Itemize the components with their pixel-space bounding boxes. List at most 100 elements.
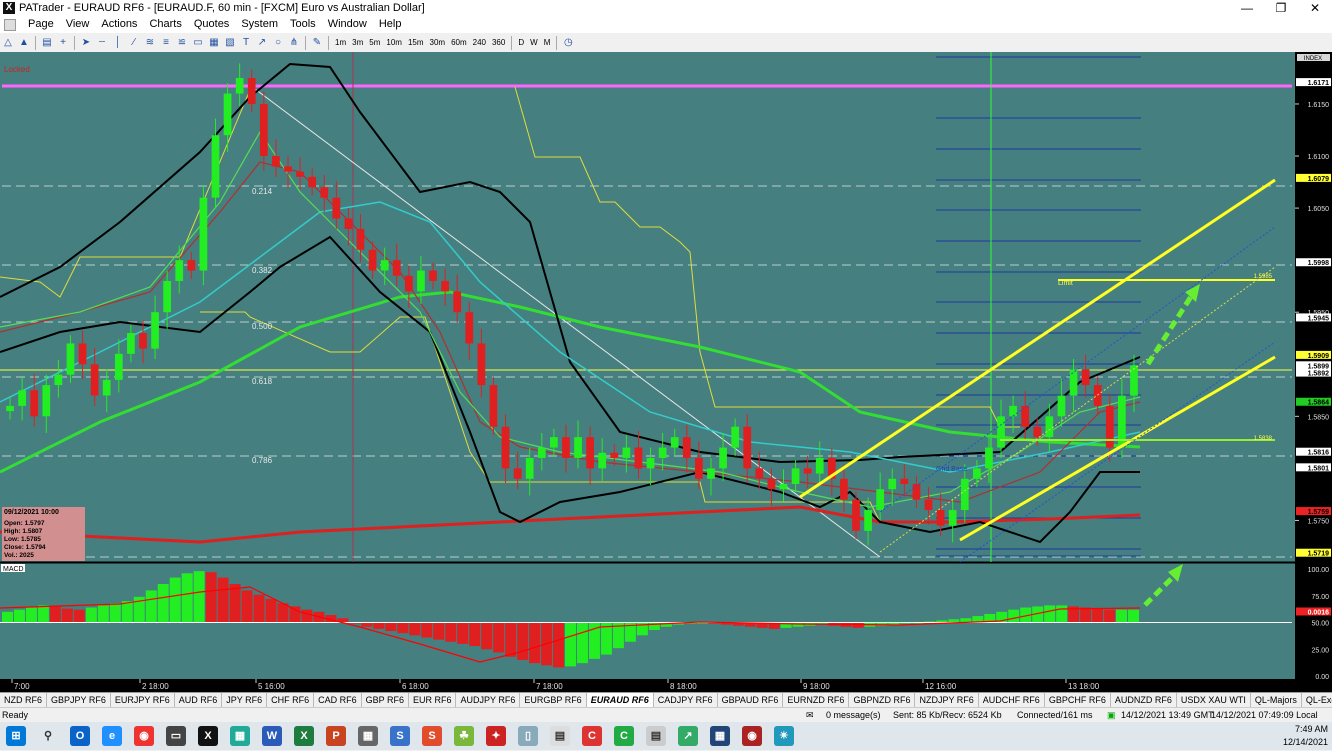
menu-charts[interactable]: Charts: [143, 16, 187, 33]
menu-actions[interactable]: Actions: [95, 16, 143, 33]
menu-help[interactable]: Help: [373, 16, 408, 33]
status-messages[interactable]: 0 message(s): [826, 708, 881, 723]
app-phone-icon[interactable]: ▯: [518, 726, 538, 746]
tf-240[interactable]: 240: [470, 36, 489, 50]
symbol-tab[interactable]: EURNZD RF6: [783, 693, 850, 708]
crosshair-tool-icon[interactable]: ▲: [17, 36, 31, 50]
symbol-tab[interactable]: EUR RF6: [409, 693, 457, 708]
app-blue-icon[interactable]: ▦: [710, 726, 730, 746]
symbol-tab[interactable]: EURJPY RF6: [111, 693, 175, 708]
tf-360[interactable]: 360: [489, 36, 508, 50]
tf-15m[interactable]: 15m: [405, 36, 427, 50]
menu-tools[interactable]: Tools: [284, 16, 322, 33]
search-icon[interactable]: ⚲: [38, 726, 58, 746]
tf-5m[interactable]: 5m: [366, 36, 383, 50]
notes-icon[interactable]: ▤: [646, 726, 666, 746]
vline-icon[interactable]: │: [111, 36, 125, 50]
app-s2-icon[interactable]: S: [422, 726, 442, 746]
minimize-icon[interactable]: —: [1230, 0, 1264, 16]
arrow-icon[interactable]: ↗: [255, 36, 269, 50]
menu-view[interactable]: View: [60, 16, 96, 33]
tf-60m[interactable]: 60m: [448, 36, 470, 50]
tf-10m[interactable]: 10m: [383, 36, 405, 50]
symbol-tab[interactable]: AUDJPY RF6: [456, 693, 521, 708]
symbol-tab[interactable]: AUDNZD RF6: [1111, 693, 1177, 708]
symbol-tab[interactable]: USDX XAU WTI: [1177, 693, 1251, 708]
symbol-tab[interactable]: CHF RF6: [267, 693, 315, 708]
clock-icon[interactable]: ◷: [561, 36, 575, 50]
pen-icon[interactable]: ✎: [310, 36, 324, 50]
hline-icon[interactable]: ┄: [95, 36, 109, 50]
symbol-tab[interactable]: QL-Majors: [1251, 693, 1302, 708]
cursor-tool-icon[interactable]: △: [1, 36, 15, 50]
app-c-icon[interactable]: C: [582, 726, 602, 746]
symbol-tab[interactable]: GBP RF6: [362, 693, 409, 708]
app-leaf-icon[interactable]: ☘: [454, 726, 474, 746]
rectangle-icon[interactable]: ▭: [191, 36, 205, 50]
menu-system[interactable]: System: [235, 16, 284, 33]
ellipse-icon[interactable]: ○: [271, 36, 285, 50]
symbol-tab[interactable]: QL-Exotics: [1302, 693, 1332, 708]
tf-w[interactable]: W: [527, 36, 541, 50]
candle-body: [960, 478, 969, 511]
app-chart-icon[interactable]: ↗: [678, 726, 698, 746]
powerpoint-icon[interactable]: P: [326, 726, 346, 746]
text-icon[interactable]: T: [239, 36, 253, 50]
symbol-tab[interactable]: GBPAUD RF6: [718, 693, 784, 708]
close-icon[interactable]: ✕: [1298, 0, 1332, 16]
file-icon[interactable]: ▤: [550, 726, 570, 746]
chart-icon[interactable]: ▤: [40, 36, 54, 50]
fib-label-0500: 0.500: [252, 322, 273, 331]
symbol-tab[interactable]: GBPNZD RF6: [849, 693, 916, 708]
app-red-icon[interactable]: ✦: [486, 726, 506, 746]
app-target-icon[interactable]: ◉: [742, 726, 762, 746]
trendline-icon[interactable]: ∕: [127, 36, 141, 50]
grid-icon[interactable]: ▧: [223, 36, 237, 50]
symbol-tab[interactable]: NZD RF6: [0, 693, 47, 708]
symbol-tab[interactable]: CAD RF6: [314, 693, 362, 708]
fib-fan-icon[interactable]: ≌: [175, 36, 189, 50]
fib-icon[interactable]: ≡: [159, 36, 173, 50]
patrader-icon[interactable]: X: [198, 726, 218, 746]
symbol-tab[interactable]: GBPJPY RF6: [47, 693, 111, 708]
edge-icon[interactable]: e: [102, 726, 122, 746]
chart-svg[interactable]: Locked INDEX 0.214 0.382 0.500 0.618 0.7…: [0, 52, 1332, 692]
document-icon[interactable]: [4, 18, 16, 31]
system-clock[interactable]: 7:49 AM 12/14/2021: [1283, 722, 1328, 751]
tf-3m[interactable]: 3m: [349, 36, 366, 50]
outlook-icon[interactable]: O: [70, 726, 90, 746]
tf-1m[interactable]: 1m: [332, 36, 349, 50]
pitchfork-icon[interactable]: ⋔: [287, 36, 301, 50]
excel-icon[interactable]: X: [294, 726, 314, 746]
menu-page[interactable]: Page: [22, 16, 60, 33]
symbol-tab[interactable]: AUD RF6: [175, 693, 223, 708]
menu-window[interactable]: Window: [322, 16, 373, 33]
windows-start-icon[interactable]: ⊞: [6, 726, 26, 746]
symbol-tab[interactable]: AUDCHF RF6: [979, 693, 1045, 708]
gann-icon[interactable]: ▦: [207, 36, 221, 50]
symbol-tab[interactable]: NZDJPY RF6: [915, 693, 979, 708]
app-active-icon[interactable]: ✴: [774, 726, 794, 746]
chart-area[interactable]: Locked INDEX 0.214 0.382 0.500 0.618 0.7…: [0, 52, 1332, 692]
pointer-icon[interactable]: ➤: [79, 36, 93, 50]
tablet-icon[interactable]: ▭: [166, 726, 186, 746]
app-c2-icon[interactable]: C: [614, 726, 634, 746]
mail-icon[interactable]: ✉: [806, 708, 814, 723]
symbol-tab[interactable]: EURGBP RF6: [520, 693, 587, 708]
restore-icon[interactable]: ❐: [1264, 0, 1298, 16]
menu-quotes[interactable]: Quotes: [188, 16, 235, 33]
calculator-icon[interactable]: ▦: [230, 726, 250, 746]
chrome-icon[interactable]: ◉: [134, 726, 154, 746]
symbol-tab[interactable]: CADJPY RF6: [654, 693, 718, 708]
symbol-tab[interactable]: GBPCHF RF6: [1045, 693, 1111, 708]
tf-m[interactable]: M: [541, 36, 554, 50]
word-icon[interactable]: W: [262, 726, 282, 746]
tf-d[interactable]: D: [515, 36, 527, 50]
symbol-tab[interactable]: EURAUD RF6: [586, 693, 654, 708]
symbol-tab[interactable]: JPY RF6: [222, 693, 268, 708]
calendar-icon[interactable]: ▦: [358, 726, 378, 746]
channel-icon[interactable]: ≋: [143, 36, 157, 50]
tf-30m[interactable]: 30m: [427, 36, 449, 50]
plus-icon[interactable]: +: [56, 36, 70, 50]
app-s-icon[interactable]: S: [390, 726, 410, 746]
